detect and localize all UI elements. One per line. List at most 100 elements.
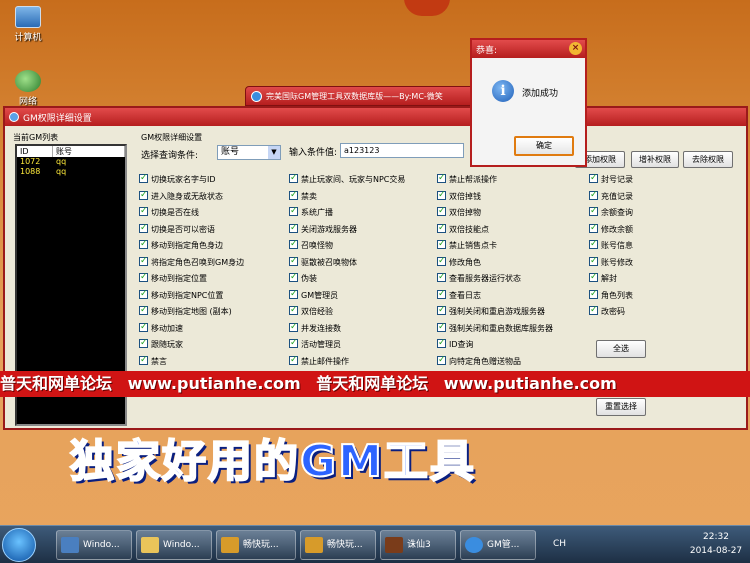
checkbox-checked-icon[interactable] — [289, 255, 298, 267]
checkbox-checked-icon[interactable] — [589, 222, 598, 234]
permission-checkbox[interactable]: 禁止玩家间、玩家与NPC交易 — [289, 172, 405, 188]
checkbox-checked-icon[interactable] — [437, 205, 446, 217]
checkbox-checked-icon[interactable] — [289, 288, 298, 300]
permission-checkbox[interactable]: 双倍经验 — [289, 304, 333, 320]
checkbox-checked-icon[interactable] — [589, 172, 598, 184]
permission-checkbox[interactable]: 移动到指定角色身边 — [139, 238, 223, 254]
checkbox-checked-icon[interactable] — [139, 321, 148, 333]
taskbar-item[interactable]: Windo... — [136, 530, 212, 560]
checkbox-checked-icon[interactable] — [289, 321, 298, 333]
checkbox-checked-icon[interactable] — [437, 255, 446, 267]
checkbox-checked-icon[interactable] — [589, 271, 598, 283]
permission-checkbox[interactable]: 切换玩家名字与ID — [139, 172, 216, 188]
permission-checkbox[interactable]: 系统广播 — [289, 205, 333, 221]
permission-checkbox[interactable]: 禁止帮派操作 — [437, 172, 497, 188]
desktop-icon-network[interactable]: 网络 — [4, 70, 52, 107]
permission-checkbox[interactable]: 账号修改 — [589, 255, 633, 271]
checkbox-checked-icon[interactable] — [589, 238, 598, 250]
permission-checkbox[interactable]: 封号记录 — [589, 172, 633, 188]
language-indicator[interactable]: CH — [553, 539, 566, 549]
checkbox-checked-icon[interactable] — [589, 255, 598, 267]
checkbox-checked-icon[interactable] — [139, 288, 148, 300]
query-condition-select[interactable]: 账号 ▼ — [217, 145, 281, 160]
checkbox-checked-icon[interactable] — [437, 321, 446, 333]
permission-checkbox[interactable]: 移动加速 — [139, 321, 183, 337]
taskbar-item[interactable]: 诛仙3 — [380, 530, 456, 560]
system-clock[interactable]: 22:32 2014-08-27 — [686, 530, 746, 558]
checkbox-checked-icon[interactable] — [437, 189, 446, 201]
ok-button[interactable]: 确定 — [514, 136, 574, 156]
permission-checkbox[interactable]: 进入隐身或无敌状态 — [139, 189, 223, 205]
checkbox-checked-icon[interactable] — [139, 304, 148, 316]
permission-checkbox[interactable]: 修改角色 — [437, 255, 481, 271]
permission-checkbox[interactable]: 伪装 — [289, 271, 317, 287]
permission-checkbox[interactable]: 改密码 — [589, 304, 625, 320]
start-button[interactable] — [2, 528, 36, 562]
checkbox-checked-icon[interactable] — [139, 205, 148, 217]
close-icon[interactable]: × — [569, 42, 582, 55]
permission-checkbox[interactable]: 移动到指定位置 — [139, 271, 207, 287]
checkbox-checked-icon[interactable] — [589, 189, 598, 201]
checkbox-checked-icon[interactable] — [139, 271, 148, 283]
checkbox-checked-icon[interactable] — [437, 337, 446, 349]
checkbox-checked-icon[interactable] — [437, 271, 446, 283]
permission-checkbox[interactable]: 驱散被召唤物体 — [289, 255, 357, 271]
chevron-down-icon[interactable]: ▼ — [268, 146, 280, 159]
permission-checkbox[interactable]: 强制关闭和重启数据库服务器 — [437, 321, 553, 337]
permission-checkbox[interactable]: 查看日志 — [437, 288, 481, 304]
checkbox-checked-icon[interactable] — [139, 222, 148, 234]
taskbar-item[interactable]: GM管... — [460, 530, 536, 560]
permission-checkbox[interactable]: 角色列表 — [589, 288, 633, 304]
checkbox-checked-icon[interactable] — [289, 189, 298, 201]
checkbox-checked-icon[interactable] — [139, 189, 148, 201]
permission-checkbox[interactable]: 活动管理员 — [289, 337, 341, 353]
condition-value-input[interactable]: a123123 — [340, 143, 464, 158]
checkbox-checked-icon[interactable] — [289, 205, 298, 217]
checkbox-checked-icon[interactable] — [139, 354, 148, 366]
checkbox-checked-icon[interactable] — [139, 172, 148, 184]
permission-checkbox[interactable]: 禁止销售点卡 — [437, 238, 497, 254]
permission-checkbox[interactable]: 强制关闭和重启游戏服务器 — [437, 304, 545, 320]
checkbox-checked-icon[interactable] — [437, 304, 446, 316]
column-header-id[interactable]: ID — [17, 146, 53, 157]
permission-checkbox[interactable]: 禁言 — [139, 354, 167, 370]
checkbox-checked-icon[interactable] — [139, 255, 148, 267]
taskbar-item[interactable]: Windo... — [56, 530, 132, 560]
permission-checkbox[interactable]: 关闭游戏服务器 — [289, 222, 357, 238]
checkbox-checked-icon[interactable] — [289, 304, 298, 316]
permission-checkbox[interactable]: ID查询 — [437, 337, 474, 353]
permission-checkbox[interactable]: GM管理员 — [289, 288, 338, 304]
permission-checkbox[interactable]: 余额查询 — [589, 205, 633, 221]
checkbox-checked-icon[interactable] — [589, 288, 598, 300]
checkbox-checked-icon[interactable] — [589, 205, 598, 217]
checkbox-checked-icon[interactable] — [437, 172, 446, 184]
permission-checkbox[interactable]: 将指定角色召唤到GM身边 — [139, 255, 244, 271]
remove-permission-button[interactable]: 去除权限 — [683, 151, 733, 168]
checkbox-checked-icon[interactable] — [589, 304, 598, 316]
column-header-account[interactable]: 账号 — [53, 146, 125, 157]
permission-checkbox[interactable]: 切换是否在线 — [139, 205, 199, 221]
permission-checkbox[interactable]: 禁止邮件操作 — [289, 354, 349, 370]
checkbox-checked-icon[interactable] — [437, 288, 446, 300]
permission-checkbox[interactable]: 账号信息 — [589, 238, 633, 254]
permission-checkbox[interactable]: 禁卖 — [289, 189, 317, 205]
window-titlebar[interactable]: GM权限详细设置 — [5, 108, 746, 126]
permission-checkbox[interactable]: 向特定角色赠送物品 — [437, 354, 521, 370]
checkbox-checked-icon[interactable] — [289, 238, 298, 250]
checkbox-checked-icon[interactable] — [437, 238, 446, 250]
permission-checkbox[interactable]: 查看服务器运行状态 — [437, 271, 521, 287]
permission-checkbox[interactable]: 并发连接数 — [289, 321, 341, 337]
permission-checkbox[interactable]: 切换是否可以密语 — [139, 222, 215, 238]
checkbox-checked-icon[interactable] — [289, 172, 298, 184]
dialog-titlebar[interactable]: 恭喜: × — [472, 40, 585, 58]
permission-checkbox[interactable]: 解封 — [589, 271, 617, 287]
permission-checkbox[interactable]: 双倍掉物 — [437, 205, 481, 221]
gm-tool-window-titlebar[interactable]: 完美国际GM管理工具双数据库版——By:MC-微笑 — [245, 86, 480, 106]
taskbar-item[interactable]: 畅快玩... — [216, 530, 296, 560]
checkbox-checked-icon[interactable] — [289, 271, 298, 283]
reset-selection-button[interactable]: 重置选择 — [596, 398, 646, 416]
desktop-icon-computer[interactable]: 计算机 — [4, 6, 52, 43]
permission-checkbox[interactable]: 跟随玩家 — [139, 337, 183, 353]
supplement-permission-button[interactable]: 增补权限 — [631, 151, 679, 168]
permission-checkbox[interactable]: 修改余额 — [589, 222, 633, 238]
